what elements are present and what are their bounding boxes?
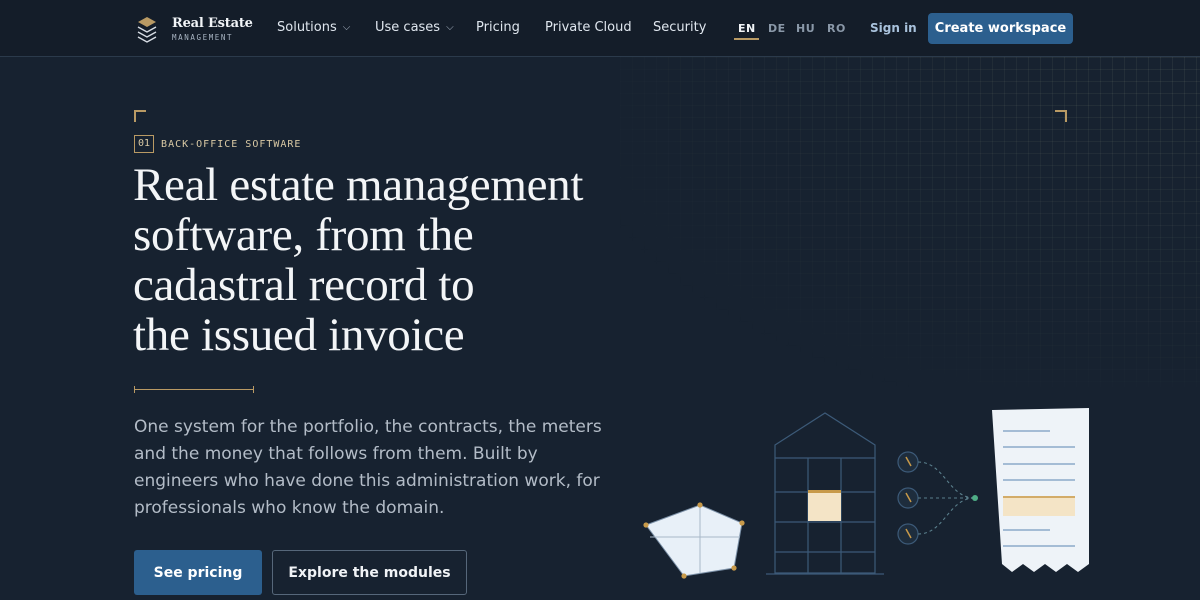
nav-security[interactable]: Security — [653, 20, 706, 36]
hero-eyebrow: 01 BACK-OFFICE SOFTWARE — [134, 135, 301, 153]
nav-private-cloud-label: Private Cloud — [545, 20, 632, 35]
nav-use-cases-label: Use cases — [375, 20, 441, 35]
sign-in-link[interactable]: Sign in — [870, 21, 917, 35]
hero-headline: Real estate management software, from th… — [133, 160, 613, 360]
eyebrow-label: BACK-OFFICE SOFTWARE — [161, 138, 302, 150]
explore-modules-button[interactable]: Explore the modules — [272, 550, 467, 595]
nav-solutions[interactable]: Solutions ⌵ — [277, 20, 350, 37]
decorative-grid-background — [620, 57, 1200, 387]
headline-line: cadastral record to — [133, 259, 475, 311]
headline-line: software, from the — [133, 209, 474, 261]
chevron-down-icon: ⌵ — [342, 22, 351, 33]
language-hu[interactable]: HU — [796, 22, 815, 35]
stacked-layers-logo-icon — [137, 17, 157, 43]
create-workspace-button[interactable]: Create workspace — [928, 13, 1073, 44]
top-navigation-bar: Real Estate MANAGEMENT Solutions ⌵ Use ca… — [0, 0, 1200, 57]
active-language-indicator — [734, 38, 759, 40]
hero-illustration — [643, 408, 1089, 579]
headline-line: the issued invoice — [133, 309, 465, 361]
nav-private-cloud[interactable]: Private Cloud — [545, 20, 632, 36]
brand-subtitle: MANAGEMENT — [172, 33, 234, 42]
decorative-divider — [134, 386, 254, 393]
nav-solutions-label: Solutions — [277, 20, 337, 35]
eyebrow-number-badge: 01 — [134, 135, 155, 153]
language-de[interactable]: DE — [768, 22, 786, 35]
brand-logo-link[interactable]: Real Estate MANAGEMENT — [134, 14, 253, 44]
brand-title: Real Estate — [172, 16, 253, 31]
language-en[interactable]: EN — [738, 22, 756, 35]
connector-lines — [917, 461, 976, 535]
hero-description: One system for the portfolio, the contra… — [134, 417, 602, 518]
see-pricing-button[interactable]: See pricing — [134, 550, 262, 595]
nav-security-label: Security — [653, 20, 707, 35]
nav-pricing[interactable]: Pricing — [476, 20, 520, 36]
corner-bracket-top-left — [134, 110, 146, 122]
meter-icon — [897, 451, 919, 545]
invoice-icon — [992, 408, 1089, 572]
nav-pricing-label: Pricing — [476, 20, 520, 35]
corner-bracket-top-right — [1055, 110, 1067, 122]
language-ro[interactable]: RO — [827, 22, 846, 35]
chevron-down-icon: ⌵ — [446, 22, 454, 33]
nav-use-cases[interactable]: Use cases ⌵ — [375, 20, 454, 37]
cadastral-plot-icon — [643, 502, 745, 579]
headline-line: Real estate management — [133, 159, 584, 211]
connector-node — [972, 495, 978, 501]
